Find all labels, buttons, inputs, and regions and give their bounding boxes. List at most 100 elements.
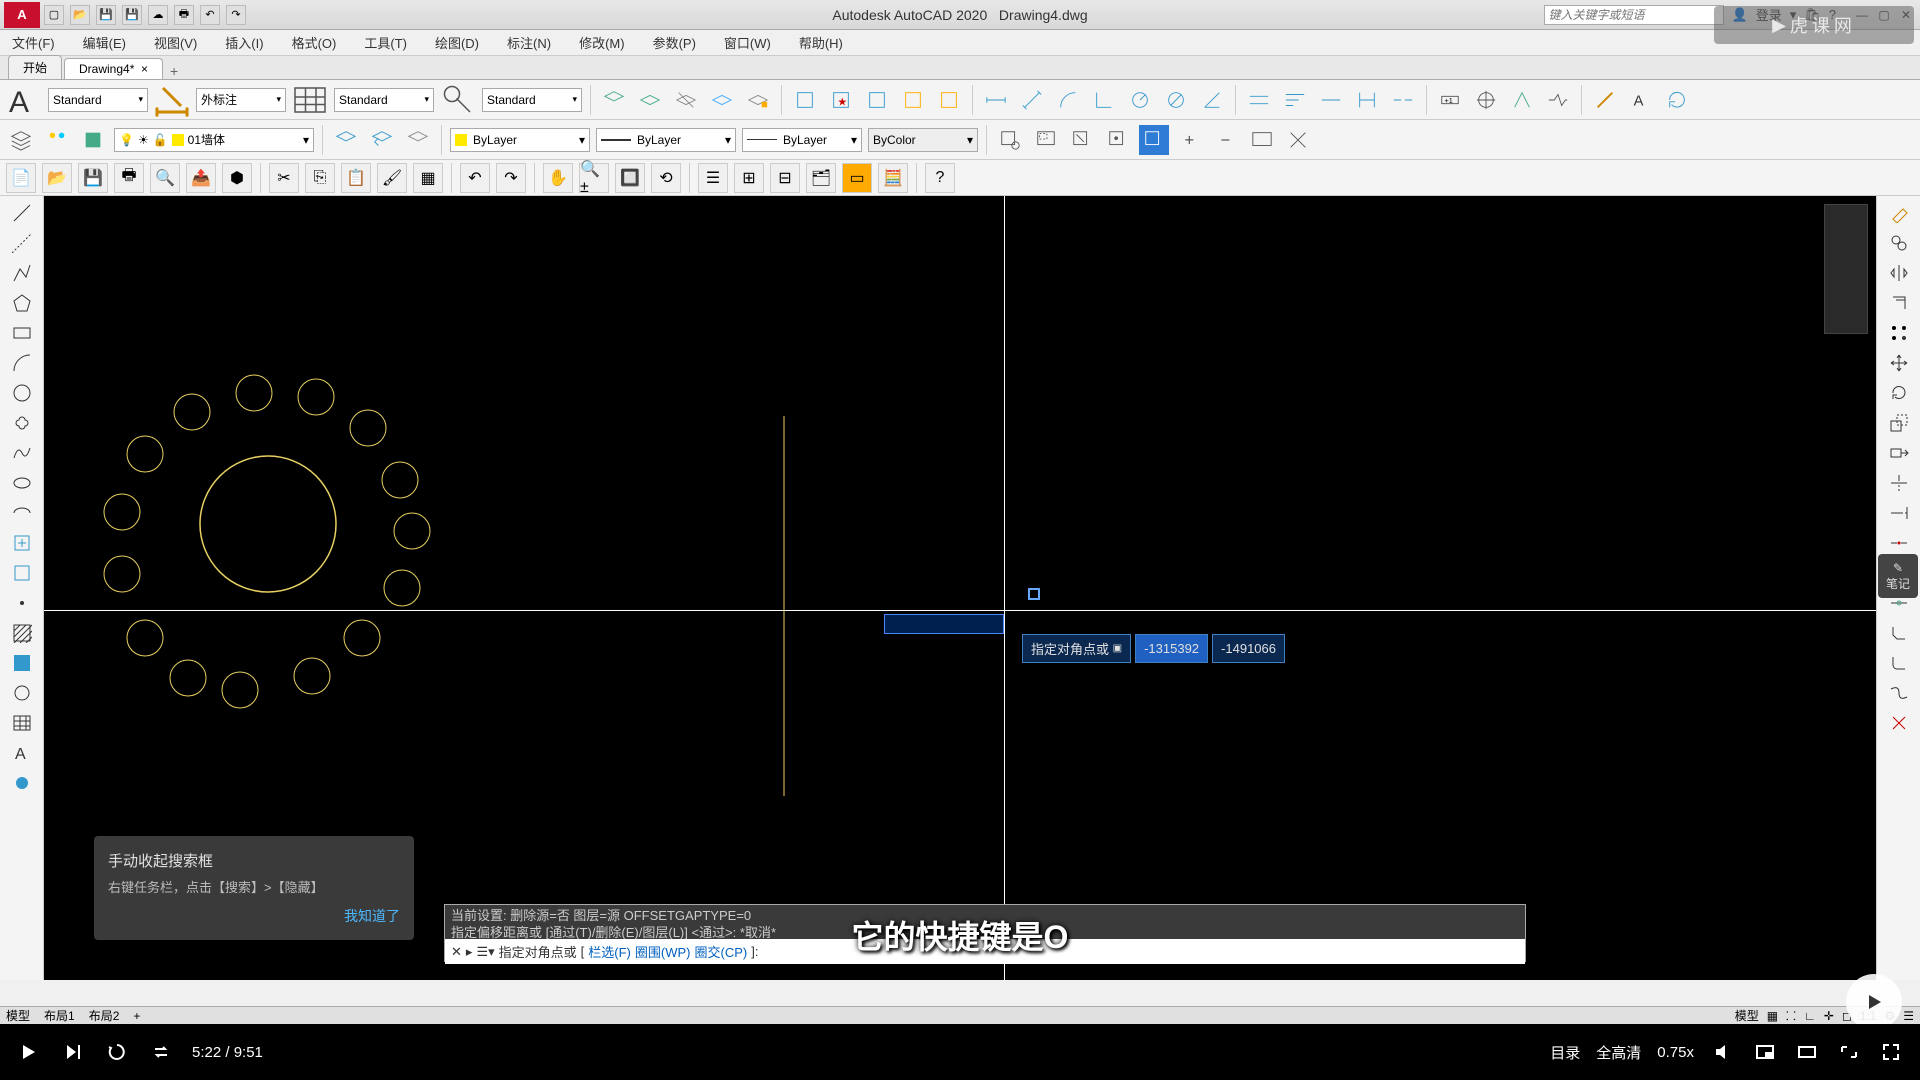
ellipse-arc-icon[interactable] <box>9 500 35 526</box>
ortho-toggle-icon[interactable]: ∟ <box>1804 1009 1816 1023</box>
zoom-all-icon[interactable] <box>1247 125 1277 155</box>
dim-style-select[interactable]: 外标注▾ <box>196 88 286 112</box>
tab-start[interactable]: 开始 <box>8 55 62 79</box>
edit-block-icon[interactable] <box>862 85 892 115</box>
fillet-icon[interactable] <box>1886 650 1912 676</box>
line-icon[interactable] <box>9 200 35 226</box>
3d-icon[interactable]: ⬢ <box>222 163 252 193</box>
dynamic-y-input[interactable]: -1491066 <box>1212 634 1285 663</box>
drawing-canvas[interactable]: 指定对角点或 ▣ -1315392 -1491066 手动收起搜索框 右键任务栏… <box>44 196 1876 980</box>
zoom-object-icon[interactable] <box>1139 125 1169 155</box>
layer-dropdown[interactable]: 💡☀🔓 01墙体 ▾ <box>114 128 314 152</box>
redo-icon[interactable]: ↷ <box>226 5 246 25</box>
rectangle-icon[interactable] <box>9 320 35 346</box>
dim-linear-icon[interactable] <box>981 85 1011 115</box>
menu-tools[interactable]: 工具(T) <box>360 31 411 54</box>
dim-update-icon[interactable] <box>1662 85 1692 115</box>
plot-icon[interactable]: 🖶 <box>174 5 194 25</box>
inspect-icon[interactable] <box>1507 85 1537 115</box>
catalog-button[interactable]: 目录 <box>1550 1042 1580 1063</box>
zoom-center-icon[interactable] <box>1103 125 1133 155</box>
view-cube[interactable] <box>1824 204 1868 334</box>
new-icon[interactable]: ▢ <box>44 5 64 25</box>
rotate-icon[interactable] <box>1886 380 1912 406</box>
layer-change-icon[interactable] <box>403 125 433 155</box>
mleader-style-icon[interactable] <box>440 82 476 118</box>
linetype-dropdown[interactable]: ByLayer▾ <box>742 128 862 152</box>
theater-icon[interactable] <box>1794 1039 1820 1065</box>
create-block-icon[interactable]: ★ <box>826 85 856 115</box>
zoom-out-icon[interactable]: − <box>1211 125 1241 155</box>
color-dropdown[interactable]: ByLayer▾ <box>450 128 590 152</box>
array-icon[interactable] <box>1886 320 1912 346</box>
undo-btn-icon[interactable]: ↶ <box>460 163 490 193</box>
dim-arc-icon[interactable] <box>1053 85 1083 115</box>
menu-help[interactable]: 帮助(H) <box>795 31 847 54</box>
sheet-set-icon[interactable]: 🗂 <box>806 163 836 193</box>
jogged-icon[interactable] <box>1543 85 1573 115</box>
zoom-scale-icon[interactable] <box>1067 125 1097 155</box>
lineweight-dropdown[interactable]: ByLayer▾ <box>596 128 736 152</box>
menu-modify[interactable]: 修改(M) <box>575 31 629 54</box>
tolerance-icon[interactable]: +1 <box>1435 85 1465 115</box>
extend-icon[interactable] <box>1886 500 1912 526</box>
tab-close-icon[interactable]: × <box>141 62 148 76</box>
props-palette-icon[interactable]: ☰ <box>698 163 728 193</box>
publish-icon[interactable]: 📤 <box>186 163 216 193</box>
dim-space-icon[interactable] <box>1352 85 1382 115</box>
point-icon[interactable] <box>9 590 35 616</box>
zoom-win-icon[interactable]: 🔲 <box>615 163 645 193</box>
mirror-icon[interactable] <box>1886 260 1912 286</box>
menu-edit[interactable]: 编辑(E) <box>79 31 130 54</box>
pan-icon[interactable]: ✋ <box>543 163 573 193</box>
gradient-icon[interactable] <box>9 650 35 676</box>
markup-icon[interactable]: ▭ <box>842 163 872 193</box>
polar-toggle-icon[interactable]: ✛ <box>1824 1009 1834 1023</box>
play-button[interactable] <box>16 1039 42 1065</box>
web-icon[interactable]: ☁ <box>148 5 168 25</box>
dim-text-icon[interactable]: A <box>1626 85 1656 115</box>
dim-aligned-icon[interactable] <box>1017 85 1047 115</box>
layer-filter-icon[interactable] <box>78 125 108 155</box>
menu-format[interactable]: 格式(O) <box>288 31 341 54</box>
layer-lock-icon[interactable] <box>743 85 773 115</box>
spline-icon[interactable] <box>9 440 35 466</box>
construction-line-icon[interactable] <box>9 230 35 256</box>
text-style-icon[interactable]: A <box>6 82 42 118</box>
layer-off-icon[interactable] <box>671 85 701 115</box>
zoom-window-icon[interactable] <box>995 125 1025 155</box>
offset-icon[interactable] <box>1886 290 1912 316</box>
attr-icon[interactable] <box>898 85 928 115</box>
layer-freeze-icon[interactable] <box>707 85 737 115</box>
grid-toggle-icon[interactable]: ▦ <box>1767 1009 1778 1023</box>
layout-add-button[interactable]: + <box>133 1009 140 1023</box>
make-block-icon[interactable] <box>9 560 35 586</box>
play-overlay-button[interactable] <box>1846 974 1902 1030</box>
customize-icon[interactable]: ☰ <box>1903 1009 1914 1023</box>
loop-button[interactable] <box>148 1039 174 1065</box>
fullscreen-icon[interactable] <box>1878 1039 1904 1065</box>
revcloud-icon[interactable] <box>9 410 35 436</box>
break-point-icon[interactable] <box>1886 530 1912 556</box>
calc-icon[interactable]: 🧮 <box>878 163 908 193</box>
undo-icon[interactable]: ↶ <box>200 5 220 25</box>
text-style-select[interactable]: Standard▾ <box>48 88 148 112</box>
zoom-dynamic-icon[interactable] <box>1031 125 1061 155</box>
arc-icon[interactable] <box>9 350 35 376</box>
erase-icon[interactable] <box>1886 200 1912 226</box>
blend-icon[interactable] <box>1886 680 1912 706</box>
save-file-icon[interactable]: 💾 <box>78 163 108 193</box>
dim-continue-icon[interactable] <box>1316 85 1346 115</box>
model-space-label[interactable]: 模型 <box>1735 1007 1759 1024</box>
open-icon[interactable]: 📂 <box>70 5 90 25</box>
dim-radius-icon[interactable] <box>1125 85 1155 115</box>
menu-param[interactable]: 参数(P) <box>649 31 700 54</box>
xref-icon[interactable] <box>934 85 964 115</box>
menu-file[interactable]: 文件(F) <box>8 31 59 54</box>
plot-file-icon[interactable]: 🖶 <box>114 163 144 193</box>
open-file-icon[interactable]: 📂 <box>42 163 72 193</box>
dim-ordinate-icon[interactable] <box>1089 85 1119 115</box>
speed-button[interactable]: 0.75x <box>1657 1044 1694 1061</box>
insert-block-icon[interactable] <box>790 85 820 115</box>
layer-state-icon[interactable] <box>42 125 72 155</box>
